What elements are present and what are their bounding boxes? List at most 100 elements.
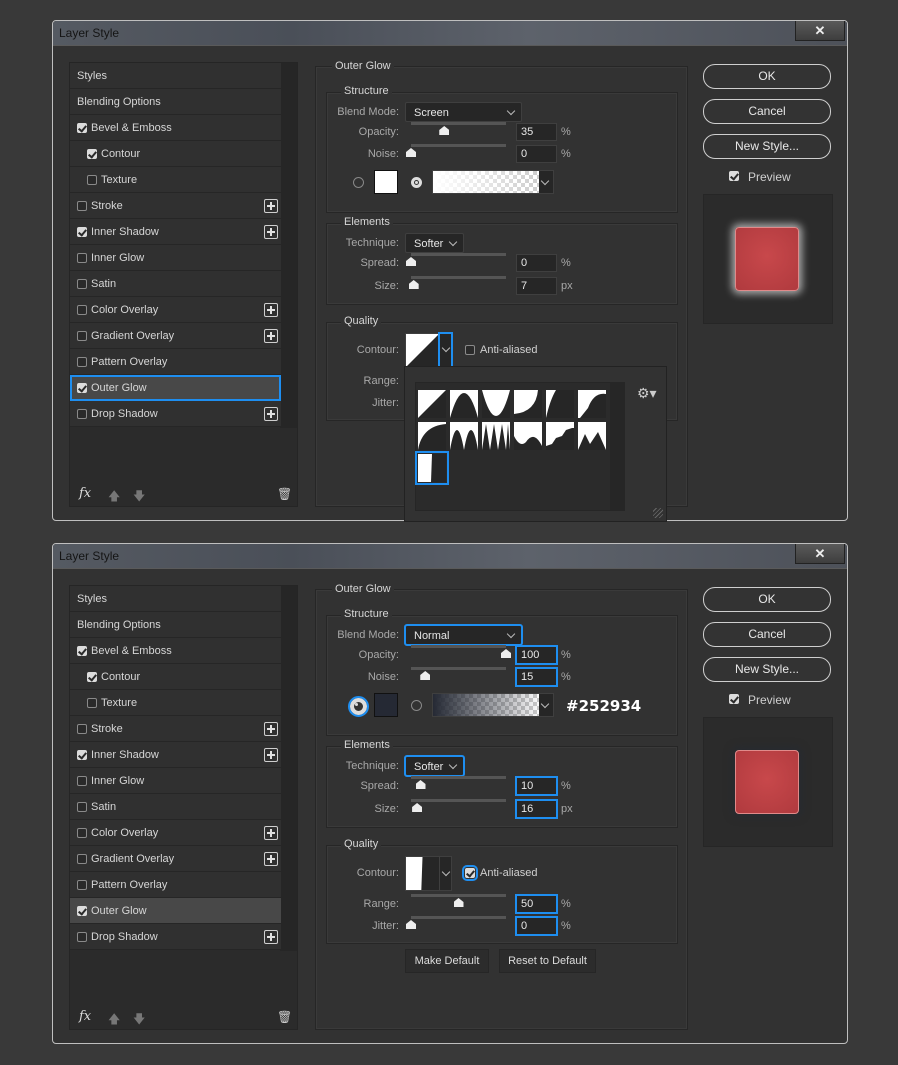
list-scrollbar[interactable] [280,586,297,951]
noise-input[interactable]: 15 [515,667,558,687]
add-effect-plus-icon[interactable] [264,826,278,840]
style-checkbox[interactable] [87,149,97,159]
contour-option-gaussian[interactable] [578,390,606,418]
style-item-outer-glow[interactable]: Outer Glow [70,898,281,924]
style-item-satin[interactable]: Satin [70,271,281,297]
opacity-input[interactable]: 100 [515,645,558,665]
move-up-arrow-icon[interactable]: 🡅 [108,1010,120,1031]
contour-preview[interactable] [405,332,453,369]
contour-option-cone-inverted[interactable] [482,390,510,418]
gradient-radio[interactable] [411,700,422,711]
close-button[interactable]: ✕ [795,544,845,564]
color-swatch[interactable] [374,693,398,717]
new-style-button[interactable]: New Style... [703,657,831,682]
style-item-color-overlay[interactable]: Color Overlay [70,820,281,846]
style-item-styles[interactable]: Styles [70,63,281,89]
style-item-gradient-overlay[interactable]: Gradient Overlay [70,846,281,872]
style-item-pattern-overlay[interactable]: Pattern Overlay [70,349,281,375]
color-swatch[interactable] [374,170,398,194]
style-checkbox[interactable] [77,724,87,734]
add-effect-plus-icon[interactable] [264,748,278,762]
fx-icon[interactable]: fx [79,1009,91,1024]
color-radio[interactable] [353,177,364,188]
style-checkbox[interactable] [77,880,87,890]
spread-slider[interactable] [411,776,506,789]
style-item-satin[interactable]: Satin [70,794,281,820]
style-checkbox[interactable] [77,279,87,289]
add-effect-plus-icon[interactable] [264,199,278,213]
opacity-input[interactable]: 35 [516,123,557,141]
move-down-arrow-icon[interactable]: 🡇 [133,487,145,508]
blend-mode-dropdown[interactable]: Normal [404,624,523,646]
ok-button[interactable]: OK [703,64,831,89]
style-item-blending-options[interactable]: Blending Options [70,89,281,115]
style-item-drop-shadow[interactable]: Drop Shadow [70,924,281,950]
opacity-slider[interactable] [411,122,506,135]
cancel-button[interactable]: Cancel [703,99,831,124]
style-item-bevel-emboss[interactable]: Bevel & Emboss [70,638,281,664]
contour-option-rolling-slope[interactable] [514,422,542,450]
size-input[interactable]: 7 [516,277,557,295]
style-checkbox[interactable] [77,331,87,341]
anti-aliased-checkbox[interactable] [462,865,478,881]
spread-slider[interactable] [406,253,506,266]
style-item-color-overlay[interactable]: Color Overlay [70,297,281,323]
contour-option-ring-double[interactable] [482,422,510,450]
fx-icon[interactable]: fx [79,486,91,501]
contour-option-linear[interactable] [418,390,446,418]
style-item-texture[interactable]: Texture [70,690,281,716]
style-item-blending-options[interactable]: Blending Options [70,612,281,638]
style-item-outer-glow[interactable]: Outer Glow [70,375,281,401]
size-slider[interactable] [408,276,506,289]
gear-menu-icon[interactable]: ⚙▾ [637,385,657,402]
ok-button[interactable]: OK [703,587,831,612]
style-checkbox[interactable] [77,227,87,237]
style-item-drop-shadow[interactable]: Drop Shadow [70,401,281,427]
range-input[interactable]: 50 [515,894,558,914]
gradient-dropdown-button[interactable] [539,171,553,193]
gradient-radio[interactable] [411,177,422,188]
style-checkbox[interactable] [77,123,87,133]
contour-option-ring[interactable] [450,422,478,450]
range-slider[interactable] [411,894,506,907]
preview-checkbox[interactable] [729,171,739,181]
style-checkbox[interactable] [77,906,87,916]
style-checkbox[interactable] [77,305,87,315]
style-checkbox[interactable] [77,802,87,812]
style-item-inner-shadow[interactable]: Inner Shadow [70,742,281,768]
add-effect-plus-icon[interactable] [264,225,278,239]
contour-preview[interactable] [405,856,452,891]
gradient-dropdown-button[interactable] [539,694,553,716]
title-bar[interactable]: Layer Style ✕ [53,544,847,568]
style-item-stroke[interactable]: Stroke [70,193,281,219]
style-checkbox[interactable] [77,646,87,656]
contour-option-cove-shallow[interactable] [546,390,574,418]
noise-slider[interactable] [406,144,506,157]
make-default-button[interactable]: Make Default [405,949,489,973]
style-item-contour[interactable]: Contour [70,664,281,690]
spread-input[interactable]: 0 [516,254,557,272]
style-item-gradient-overlay[interactable]: Gradient Overlay [70,323,281,349]
contour-option-cone[interactable] [450,390,478,418]
close-button[interactable]: ✕ [795,21,845,41]
style-item-inner-shadow[interactable]: Inner Shadow [70,219,281,245]
add-effect-plus-icon[interactable] [264,722,278,736]
style-item-pattern-overlay[interactable]: Pattern Overlay [70,872,281,898]
new-style-button[interactable]: New Style... [703,134,831,159]
size-slider[interactable] [411,799,506,812]
size-input[interactable]: 16 [515,799,558,819]
technique-dropdown[interactable]: Softer [404,755,465,777]
style-item-styles[interactable]: Styles [70,586,281,612]
spread-input[interactable]: 10 [515,776,558,796]
resize-grip-icon[interactable] [653,508,663,518]
style-checkbox[interactable] [77,357,87,367]
style-checkbox[interactable] [77,383,87,393]
style-checkbox[interactable] [77,253,87,263]
add-effect-plus-icon[interactable] [264,930,278,944]
style-checkbox[interactable] [77,828,87,838]
contour-option-half-round[interactable] [418,422,446,450]
style-checkbox[interactable] [87,698,97,708]
preview-checkbox[interactable] [729,694,739,704]
style-checkbox[interactable] [77,932,87,942]
jitter-input[interactable]: 0 [515,916,558,936]
